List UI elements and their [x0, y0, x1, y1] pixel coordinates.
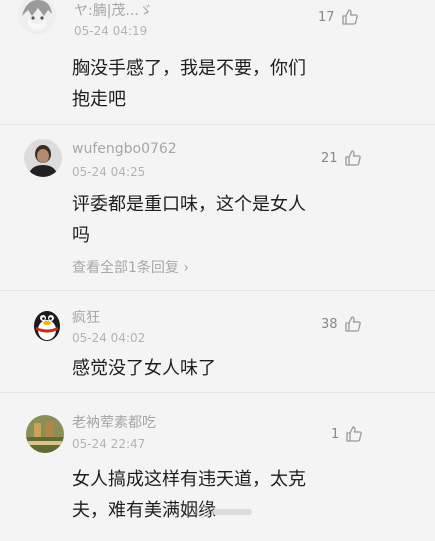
username[interactable]: ヤ:腩|茂...ゞ	[74, 0, 153, 20]
thumbs-up-icon	[344, 315, 362, 333]
comment-text: 感觉没了女人味了	[72, 353, 352, 384]
comment-line: 女人搞成这样有违天道，太克	[72, 469, 306, 490]
timestamp: 05-24 22:47	[72, 437, 146, 451]
comment-line: 胸没手感了，我是不要，你们	[72, 58, 306, 79]
timestamp: 05-24 04:19	[74, 24, 148, 38]
username[interactable]: wufengbo0762	[72, 141, 177, 157]
username[interactable]: 老衲荤素都吃	[72, 412, 156, 432]
penguin-avatar-icon	[28, 305, 66, 343]
watermark	[196, 505, 256, 522]
comment-text: 胸没手感了，我是不要，你们 抱走吧	[72, 53, 352, 115]
comment-item: 疯狂 05-24 04:02 38 感觉没了女人味了	[0, 291, 435, 392]
avatar[interactable]	[24, 139, 62, 177]
anime-avatar-icon	[18, 0, 56, 34]
timestamp: 05-24 04:02	[72, 331, 146, 345]
comment-item: ヤ:腩|茂...ゞ 05-24 04:19 17 胸没手感了，我是不要，你们 抱…	[0, 0, 435, 118]
thumbs-up-icon	[345, 425, 363, 443]
photo-avatar-icon	[26, 415, 64, 453]
person-avatar-icon	[24, 139, 62, 177]
like-button[interactable]: 38	[321, 315, 362, 333]
like-button[interactable]: 1	[331, 425, 363, 443]
comment-item: wufengbo0762 05-24 04:25 21 评委都是重口味，这个是女…	[0, 125, 435, 290]
like-count: 1	[331, 426, 340, 442]
thumbs-up-icon	[341, 8, 359, 26]
avatar[interactable]	[18, 0, 56, 34]
like-button[interactable]: 21	[321, 149, 362, 167]
like-count: 17	[318, 9, 335, 25]
like-button[interactable]: 17	[318, 8, 359, 26]
watermark-logo-icon	[196, 506, 252, 518]
avatar[interactable]	[28, 305, 66, 343]
username[interactable]: 疯狂	[72, 307, 100, 327]
comment-line: 抱走吧	[72, 89, 126, 110]
comment-line: 评委都是重口味，这个是女人	[72, 194, 306, 215]
avatar[interactable]	[26, 415, 64, 453]
timestamp: 05-24 04:25	[72, 165, 146, 179]
view-replies-link[interactable]: 查看全部1条回复 ›	[72, 257, 189, 277]
comment-line: 吗	[72, 225, 90, 246]
comment-text: 评委都是重口味，这个是女人 吗	[72, 189, 352, 251]
thumbs-up-icon	[344, 149, 362, 167]
comment-line: 感觉没了女人味了	[72, 358, 216, 379]
like-count: 38	[321, 316, 338, 332]
like-count: 21	[321, 150, 338, 166]
